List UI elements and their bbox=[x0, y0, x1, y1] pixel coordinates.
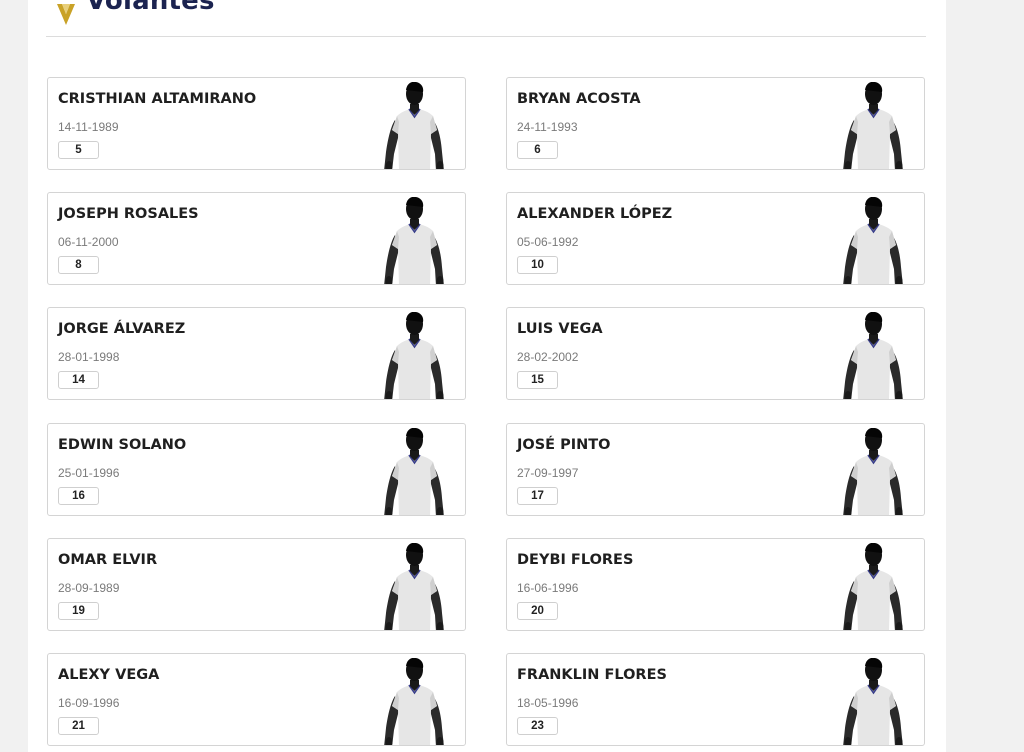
federation-logo-icon bbox=[57, 4, 75, 25]
player-card[interactable]: CRISTHIAN ALTAMIRANO 14-11-1989 5 bbox=[47, 77, 466, 170]
player-name: FRANKLIN FLORES bbox=[517, 667, 667, 683]
player-number-badge: 20 bbox=[517, 602, 558, 620]
player-number-badge: 17 bbox=[517, 487, 558, 505]
player-name: DEYBI FLORES bbox=[517, 552, 634, 568]
page-content: Volantes CRISTHIAN ALTAMIRANO 14-11-1989… bbox=[28, 0, 946, 752]
player-name: ALEXY VEGA bbox=[58, 667, 160, 683]
player-number-badge: 14 bbox=[58, 371, 99, 389]
player-card[interactable]: FRANKLIN FLORES 18-05-1996 23 bbox=[506, 653, 925, 746]
player-birthdate: 27-09-1997 bbox=[517, 466, 579, 480]
player-silhouette-image bbox=[383, 82, 447, 170]
player-name: OMAR ELVIR bbox=[58, 552, 158, 568]
player-birthdate: 18-05-1996 bbox=[517, 696, 579, 710]
player-number-badge: 10 bbox=[517, 256, 558, 274]
player-card[interactable]: JOSEPH ROSALES 06-11-2000 8 bbox=[47, 192, 466, 285]
player-number-badge: 15 bbox=[517, 371, 558, 389]
player-name: JOSEPH ROSALES bbox=[58, 206, 199, 222]
player-birthdate: 16-09-1996 bbox=[58, 696, 120, 710]
player-birthdate: 25-01-1996 bbox=[58, 466, 120, 480]
player-name: EDWIN SOLANO bbox=[58, 437, 187, 453]
player-silhouette-image bbox=[842, 312, 906, 400]
player-name: CRISTHIAN ALTAMIRANO bbox=[58, 91, 257, 107]
player-birthdate: 28-09-1989 bbox=[58, 581, 120, 595]
player-number-badge: 23 bbox=[517, 717, 558, 735]
player-birthdate: 28-02-2002 bbox=[517, 350, 579, 364]
player-card[interactable]: JORGE ÁLVAREZ 28-01-1998 14 bbox=[47, 307, 466, 400]
player-silhouette-image bbox=[842, 197, 906, 285]
player-card[interactable]: ALEXY VEGA 16-09-1996 21 bbox=[47, 653, 466, 746]
section-title: Volantes bbox=[86, 0, 215, 16]
section-header: Volantes bbox=[46, 0, 926, 37]
player-birthdate: 24-11-1993 bbox=[517, 120, 578, 134]
player-silhouette-image bbox=[383, 658, 447, 746]
player-name: JORGE ÁLVAREZ bbox=[58, 321, 186, 337]
player-silhouette-image bbox=[842, 658, 906, 746]
player-birthdate: 05-06-1992 bbox=[517, 235, 579, 249]
player-silhouette-image bbox=[383, 543, 447, 631]
player-birthdate: 28-01-1998 bbox=[58, 350, 120, 364]
player-card[interactable]: BRYAN ACOSTA 24-11-1993 6 bbox=[506, 77, 925, 170]
player-number-badge: 5 bbox=[58, 141, 99, 159]
player-birthdate: 06-11-2000 bbox=[58, 235, 119, 249]
player-name: ALEXANDER LÓPEZ bbox=[517, 206, 673, 222]
player-silhouette-image bbox=[842, 82, 906, 170]
player-card[interactable]: ALEXANDER LÓPEZ 05-06-1992 10 bbox=[506, 192, 925, 285]
player-card[interactable]: JOSÉ PINTO 27-09-1997 17 bbox=[506, 423, 925, 516]
player-number-badge: 16 bbox=[58, 487, 99, 505]
player-name: LUIS VEGA bbox=[517, 321, 603, 337]
player-card[interactable]: OMAR ELVIR 28-09-1989 19 bbox=[47, 538, 466, 631]
player-silhouette-image bbox=[383, 428, 447, 516]
player-card[interactable]: DEYBI FLORES 16-06-1996 20 bbox=[506, 538, 925, 631]
player-silhouette-image bbox=[842, 543, 906, 631]
player-silhouette-image bbox=[842, 428, 906, 516]
player-number-badge: 6 bbox=[517, 141, 558, 159]
player-name: BRYAN ACOSTA bbox=[517, 91, 641, 107]
player-silhouette-image bbox=[383, 197, 447, 285]
player-card[interactable]: EDWIN SOLANO 25-01-1996 16 bbox=[47, 423, 466, 516]
player-birthdate: 16-06-1996 bbox=[517, 581, 579, 595]
player-silhouette-image bbox=[383, 312, 447, 400]
player-name: JOSÉ PINTO bbox=[517, 437, 611, 453]
player-card[interactable]: LUIS VEGA 28-02-2002 15 bbox=[506, 307, 925, 400]
player-number-badge: 8 bbox=[58, 256, 99, 274]
player-number-badge: 21 bbox=[58, 717, 99, 735]
player-number-badge: 19 bbox=[58, 602, 99, 620]
player-birthdate: 14-11-1989 bbox=[58, 120, 119, 134]
